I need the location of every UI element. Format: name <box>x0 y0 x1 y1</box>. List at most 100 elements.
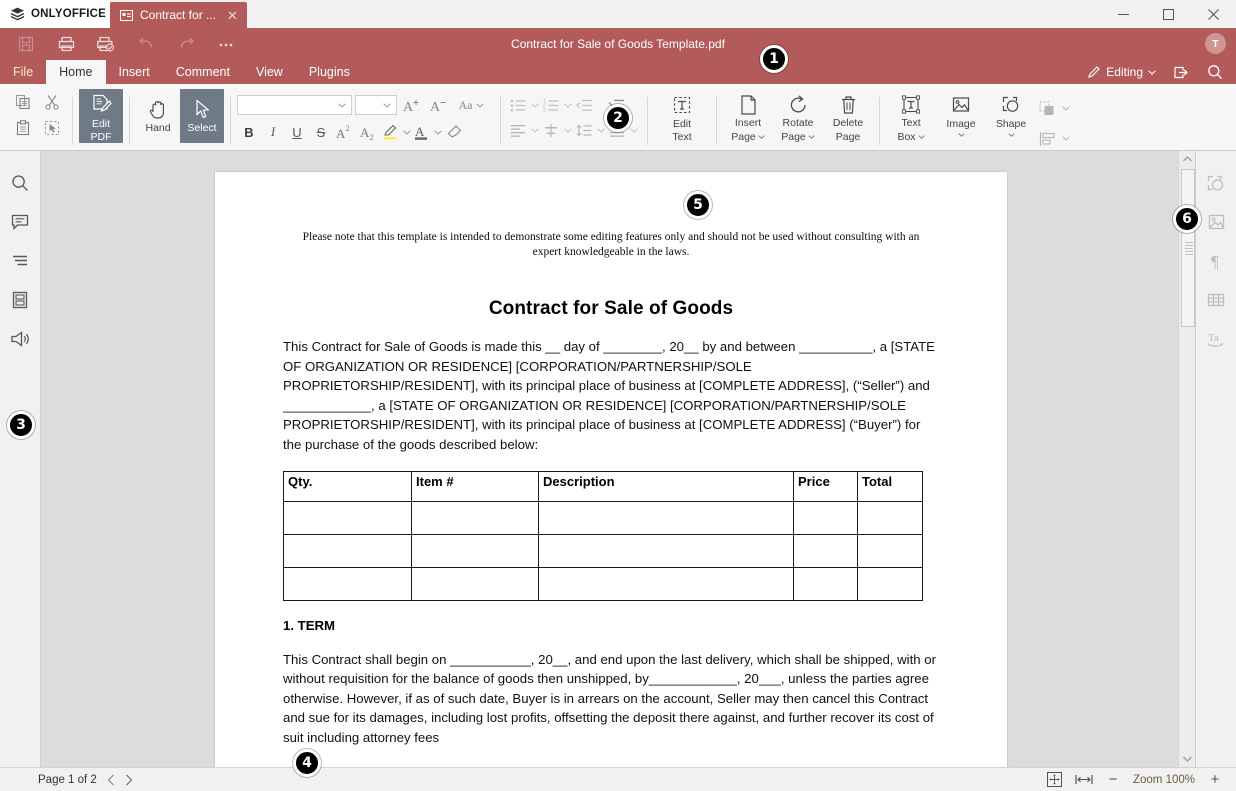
shape-button[interactable]: Shape <box>986 89 1036 143</box>
paste-button[interactable] <box>8 115 37 141</box>
vertical-scrollbar[interactable] <box>1178 151 1195 767</box>
chevron-down-icon[interactable] <box>808 135 815 140</box>
more-icon[interactable] <box>206 29 246 59</box>
select-tool-button[interactable]: Select <box>180 89 224 143</box>
text-box-button[interactable]: Text Box <box>886 89 936 143</box>
menu-item-comment[interactable]: Comment <box>163 60 243 84</box>
table-cell[interactable] <box>411 533 539 568</box>
table-cell[interactable] <box>283 500 412 535</box>
edit-pdf-button[interactable]: Edit PDF <box>79 89 123 143</box>
font-name-input[interactable] <box>237 95 352 115</box>
italic-button[interactable]: I <box>261 120 285 144</box>
bullets-icon[interactable] <box>507 94 529 117</box>
sidebar-item-table-settings[interactable] <box>1201 288 1231 312</box>
select-all-button[interactable] <box>37 115 66 141</box>
table-cell[interactable] <box>538 533 794 568</box>
chevron-down-icon[interactable] <box>338 102 346 108</box>
goods-table[interactable]: Qty. Item # Description Price Total <box>283 470 923 601</box>
sidebar-item-image-settings[interactable] <box>1201 210 1231 234</box>
table-cell[interactable] <box>793 566 858 601</box>
arrange-order-icon[interactable] <box>1036 97 1060 120</box>
chevron-down-icon[interactable] <box>1060 106 1071 111</box>
sidebar-item-search[interactable] <box>5 171 35 195</box>
table-cell[interactable] <box>538 566 794 601</box>
scroll-up-icon[interactable] <box>1179 151 1195 167</box>
menu-item-insert[interactable]: Insert <box>106 60 163 84</box>
underline-button[interactable]: U <box>285 120 309 144</box>
table-cell[interactable] <box>283 566 412 601</box>
superscript-button[interactable]: A 2 <box>333 120 357 144</box>
bold-button[interactable]: B <box>237 120 261 144</box>
highlight-color-icon[interactable] <box>381 120 401 144</box>
increase-font-size-button[interactable]: A <box>400 93 424 117</box>
close-tab-icon[interactable]: ✕ <box>227 9 238 22</box>
table-cell[interactable] <box>857 566 923 601</box>
sidebar-item-shape-settings[interactable] <box>1201 171 1231 195</box>
close-icon[interactable] <box>1191 0 1236 28</box>
strikethrough-button[interactable]: S <box>309 120 333 144</box>
align-center-icon[interactable] <box>540 119 562 142</box>
chevron-down-icon[interactable] <box>628 128 639 133</box>
font-size-input[interactable] <box>355 95 397 115</box>
table-row[interactable] <box>283 533 923 568</box>
zoom-level-label[interactable]: Zoom 100% <box>1133 774 1195 786</box>
menu-item-home[interactable]: Home <box>46 60 106 84</box>
quick-print-icon[interactable] <box>86 29 126 59</box>
rotate-page-button[interactable]: Rotate Page <box>773 89 823 143</box>
menu-item-plugins[interactable]: Plugins <box>296 60 363 84</box>
table-cell[interactable] <box>793 533 858 568</box>
sidebar-item-headings[interactable] <box>5 249 35 273</box>
chevron-down-icon[interactable] <box>529 103 540 108</box>
chevron-down-icon[interactable] <box>1060 136 1071 141</box>
chevron-down-icon[interactable] <box>401 129 412 135</box>
table-row[interactable] <box>283 566 923 601</box>
clear-style-icon[interactable] <box>443 120 467 144</box>
chevron-down-icon[interactable] <box>1007 132 1015 137</box>
chevron-down-icon[interactable] <box>432 129 443 135</box>
table-cell[interactable] <box>857 500 923 535</box>
search-icon[interactable] <box>1200 60 1230 84</box>
sidebar-item-page-thumbnails[interactable] <box>5 288 35 312</box>
undo-icon[interactable] <box>126 29 166 59</box>
table-cell[interactable] <box>538 500 794 535</box>
chevron-down-icon[interactable] <box>758 135 765 140</box>
document-tab[interactable]: Contract for ... ✕ <box>110 2 247 28</box>
scroll-down-icon[interactable] <box>1179 751 1195 767</box>
table-cell[interactable] <box>283 533 412 568</box>
sidebar-item-text-art-settings[interactable]: Ta <box>1201 327 1231 351</box>
copy-button[interactable] <box>8 89 37 115</box>
fit-width-icon[interactable] <box>1075 773 1093 786</box>
chevron-down-icon[interactable] <box>383 102 391 108</box>
numbering-icon[interactable]: 1 2 3 <box>540 94 562 117</box>
user-avatar[interactable]: T <box>1205 33 1226 54</box>
image-button[interactable]: Image <box>936 89 986 143</box>
delete-page-button[interactable]: Delete Page <box>823 89 873 143</box>
save-icon[interactable] <box>6 29 46 59</box>
chevron-down-icon[interactable] <box>562 103 573 108</box>
cut-button[interactable] <box>37 89 66 115</box>
document-canvas[interactable]: Please note that this template is intend… <box>41 151 1195 767</box>
sidebar-item-paragraph-settings[interactable]: ¶ <box>1201 249 1231 273</box>
decrease-indent-icon[interactable] <box>573 94 595 117</box>
align-left-icon[interactable] <box>507 119 529 142</box>
editing-mode-button[interactable]: Editing <box>1081 61 1162 83</box>
fit-page-icon[interactable] <box>1046 772 1062 787</box>
redo-icon[interactable] <box>166 29 206 59</box>
table-row[interactable] <box>283 500 923 535</box>
zoom-out-button[interactable]: − <box>1106 771 1120 788</box>
sidebar-item-feedback[interactable] <box>5 327 35 351</box>
table-cell[interactable] <box>411 500 539 535</box>
print-icon[interactable] <box>46 29 86 59</box>
table-cell[interactable] <box>857 533 923 568</box>
maximize-icon[interactable] <box>1146 0 1191 28</box>
hand-tool-button[interactable]: Hand <box>136 89 180 143</box>
menu-item-view[interactable]: View <box>243 60 296 84</box>
pdf-page-1[interactable]: Please note that this template is intend… <box>215 172 1007 767</box>
next-page-button[interactable] <box>125 774 133 786</box>
prev-page-button[interactable] <box>107 774 115 786</box>
edit-text-button[interactable]: Edit Text <box>660 89 704 143</box>
minimize-icon[interactable] <box>1101 0 1146 28</box>
chevron-down-icon[interactable] <box>957 132 965 137</box>
decrease-font-size-button[interactable]: A <box>427 93 451 117</box>
line-spacing-icon[interactable] <box>573 119 595 142</box>
